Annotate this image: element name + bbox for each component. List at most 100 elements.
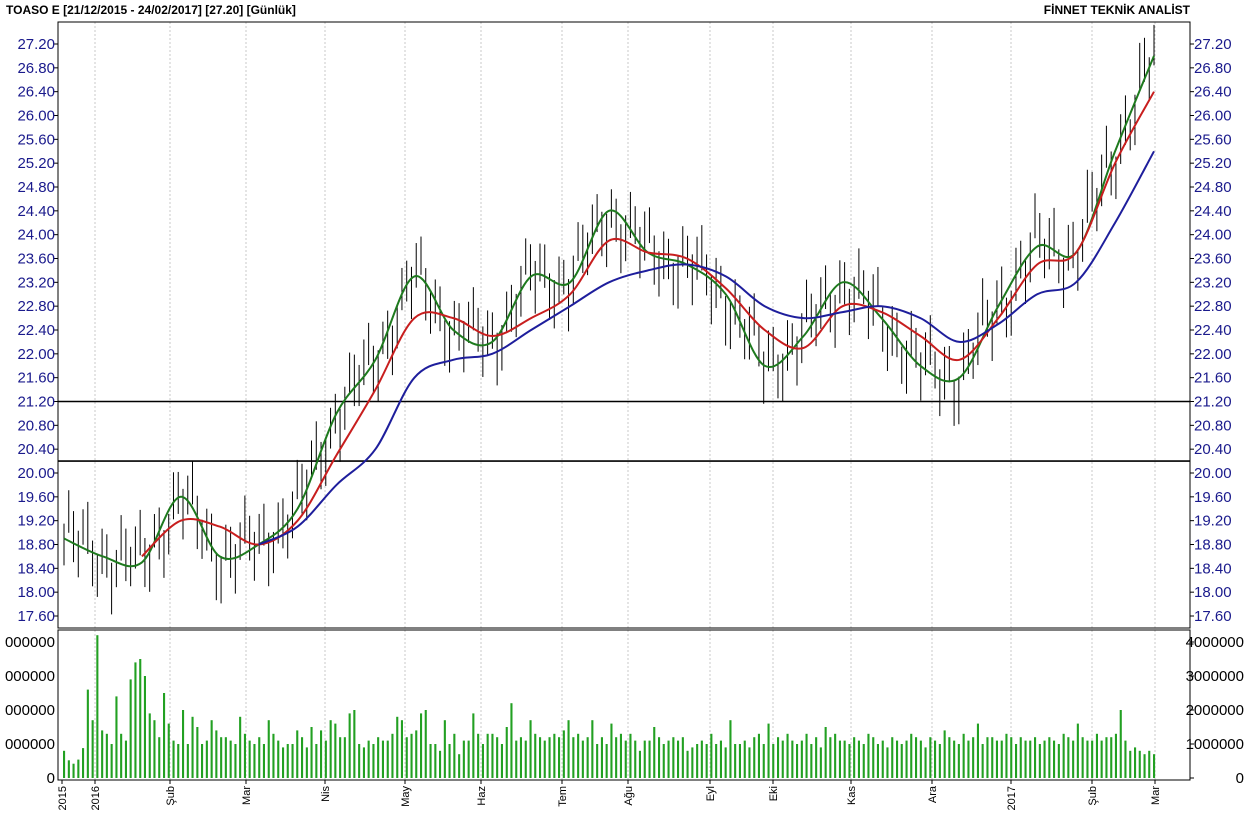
volume-bar — [253, 744, 256, 778]
volume-bar — [481, 744, 484, 778]
volume-bar — [358, 744, 361, 778]
y-tick-label-left: 20.80 — [17, 417, 55, 434]
volume-bar — [1100, 740, 1103, 778]
volume-bar — [172, 740, 175, 778]
volume-bar — [1010, 737, 1013, 778]
volume-bar — [748, 747, 751, 778]
y-tick-label-right: 25.60 — [1194, 131, 1232, 148]
volume-bar — [853, 737, 856, 778]
volume-bar — [810, 744, 813, 778]
volume-bar — [991, 737, 994, 778]
y-tick-label-left: 21.20 — [17, 394, 55, 411]
volume-bar — [615, 737, 618, 778]
volume-bar — [734, 744, 737, 778]
volume-bar — [324, 740, 327, 778]
volume-bar — [829, 737, 832, 778]
x-tick-label: Mar — [241, 786, 253, 805]
y-tick-label-right: 26.00 — [1194, 108, 1232, 125]
y-tick-label-left: 18.40 — [17, 560, 55, 577]
volume-bar — [301, 737, 304, 778]
volume-bar — [1005, 733, 1008, 778]
x-tick-label: Tem — [557, 786, 569, 807]
volume-bar — [881, 740, 884, 778]
volume-bar — [558, 737, 561, 778]
volume-bar — [976, 723, 979, 778]
x-tick-label: 2016 — [90, 786, 102, 810]
volume-tick-label-right: 4000000 — [1186, 634, 1244, 651]
volume-bar — [1129, 750, 1132, 778]
volume-bar — [91, 720, 94, 778]
x-tick-label: Eki — [768, 786, 780, 801]
volume-bar — [624, 740, 627, 778]
volume-bar — [1076, 723, 1079, 778]
volume-bar — [229, 740, 232, 778]
volume-bar — [110, 744, 113, 778]
volume-bar — [696, 744, 699, 778]
volume-bar — [420, 713, 423, 778]
volume-bar — [800, 740, 803, 778]
volume-bar — [995, 740, 998, 778]
y-tick-label-right: 27.20 — [1194, 36, 1232, 53]
volume-tick-label-left: 0 — [47, 770, 55, 787]
y-tick-label-right: 22.40 — [1194, 322, 1232, 339]
volume-bar — [700, 740, 703, 778]
volume-bar — [424, 710, 427, 778]
volume-bar — [581, 740, 584, 778]
volume-bar — [1095, 733, 1098, 778]
volume-bar — [777, 737, 780, 778]
x-tick-label: Ara — [927, 785, 939, 803]
volume-bar — [310, 727, 313, 778]
volume-bar — [781, 740, 784, 778]
volume-bar — [1053, 740, 1056, 778]
volume-bar — [710, 733, 713, 778]
y-tick-label-right: 19.60 — [1194, 489, 1232, 506]
volume-bar — [186, 744, 189, 778]
x-tick-label: Şub — [1087, 786, 1099, 806]
y-tick-label-left: 17.60 — [17, 608, 55, 625]
volume-bar — [72, 763, 75, 778]
volume-bar — [962, 733, 965, 778]
volume-tick-label-right: 2000000 — [1186, 702, 1244, 719]
volume-bar — [510, 703, 513, 778]
y-tick-label-left: 26.40 — [17, 84, 55, 101]
y-tick-label-right: 24.40 — [1194, 203, 1232, 220]
volume-bar — [201, 744, 204, 778]
y-tick-label-left: 20.00 — [17, 465, 55, 482]
volume-bar — [1143, 754, 1146, 778]
volume-tick-label-right: 0 — [1236, 770, 1244, 787]
volume-bar — [619, 733, 622, 778]
volume-bar — [439, 750, 442, 778]
volume-bar — [1081, 737, 1084, 778]
volume-bar — [267, 720, 270, 778]
volume-bar — [372, 744, 375, 778]
volume-bar — [63, 750, 66, 778]
volume-bar — [386, 740, 389, 778]
volume-bar — [296, 730, 299, 778]
volume-bar — [843, 740, 846, 778]
volume-bar — [943, 730, 946, 778]
volume-bar — [762, 744, 765, 778]
volume-bar — [67, 760, 70, 778]
volume-bar — [862, 744, 865, 778]
volume-bar — [586, 737, 589, 778]
y-tick-label-right: 24.80 — [1194, 179, 1232, 196]
volume-bar — [343, 737, 346, 778]
y-tick-label-left: 23.20 — [17, 274, 55, 291]
volume-bar — [658, 737, 661, 778]
volume-bar — [1019, 737, 1022, 778]
volume-bar — [653, 727, 656, 778]
volume-bar — [400, 720, 403, 778]
volume-bar — [143, 676, 146, 778]
volume-bar — [1124, 740, 1127, 778]
volume-bar — [1148, 750, 1151, 778]
volume-bar — [277, 740, 280, 778]
volume-bar — [458, 754, 461, 778]
y-tick-label-left: 24.80 — [17, 179, 55, 196]
volume-bar — [600, 737, 603, 778]
x-tick-label: Mar — [1150, 786, 1162, 805]
volume-bar — [158, 737, 161, 778]
y-tick-label-right: 19.20 — [1194, 513, 1232, 530]
volume-bar — [448, 744, 451, 778]
volume-bar — [210, 720, 213, 778]
y-tick-label-right: 18.00 — [1194, 584, 1232, 601]
